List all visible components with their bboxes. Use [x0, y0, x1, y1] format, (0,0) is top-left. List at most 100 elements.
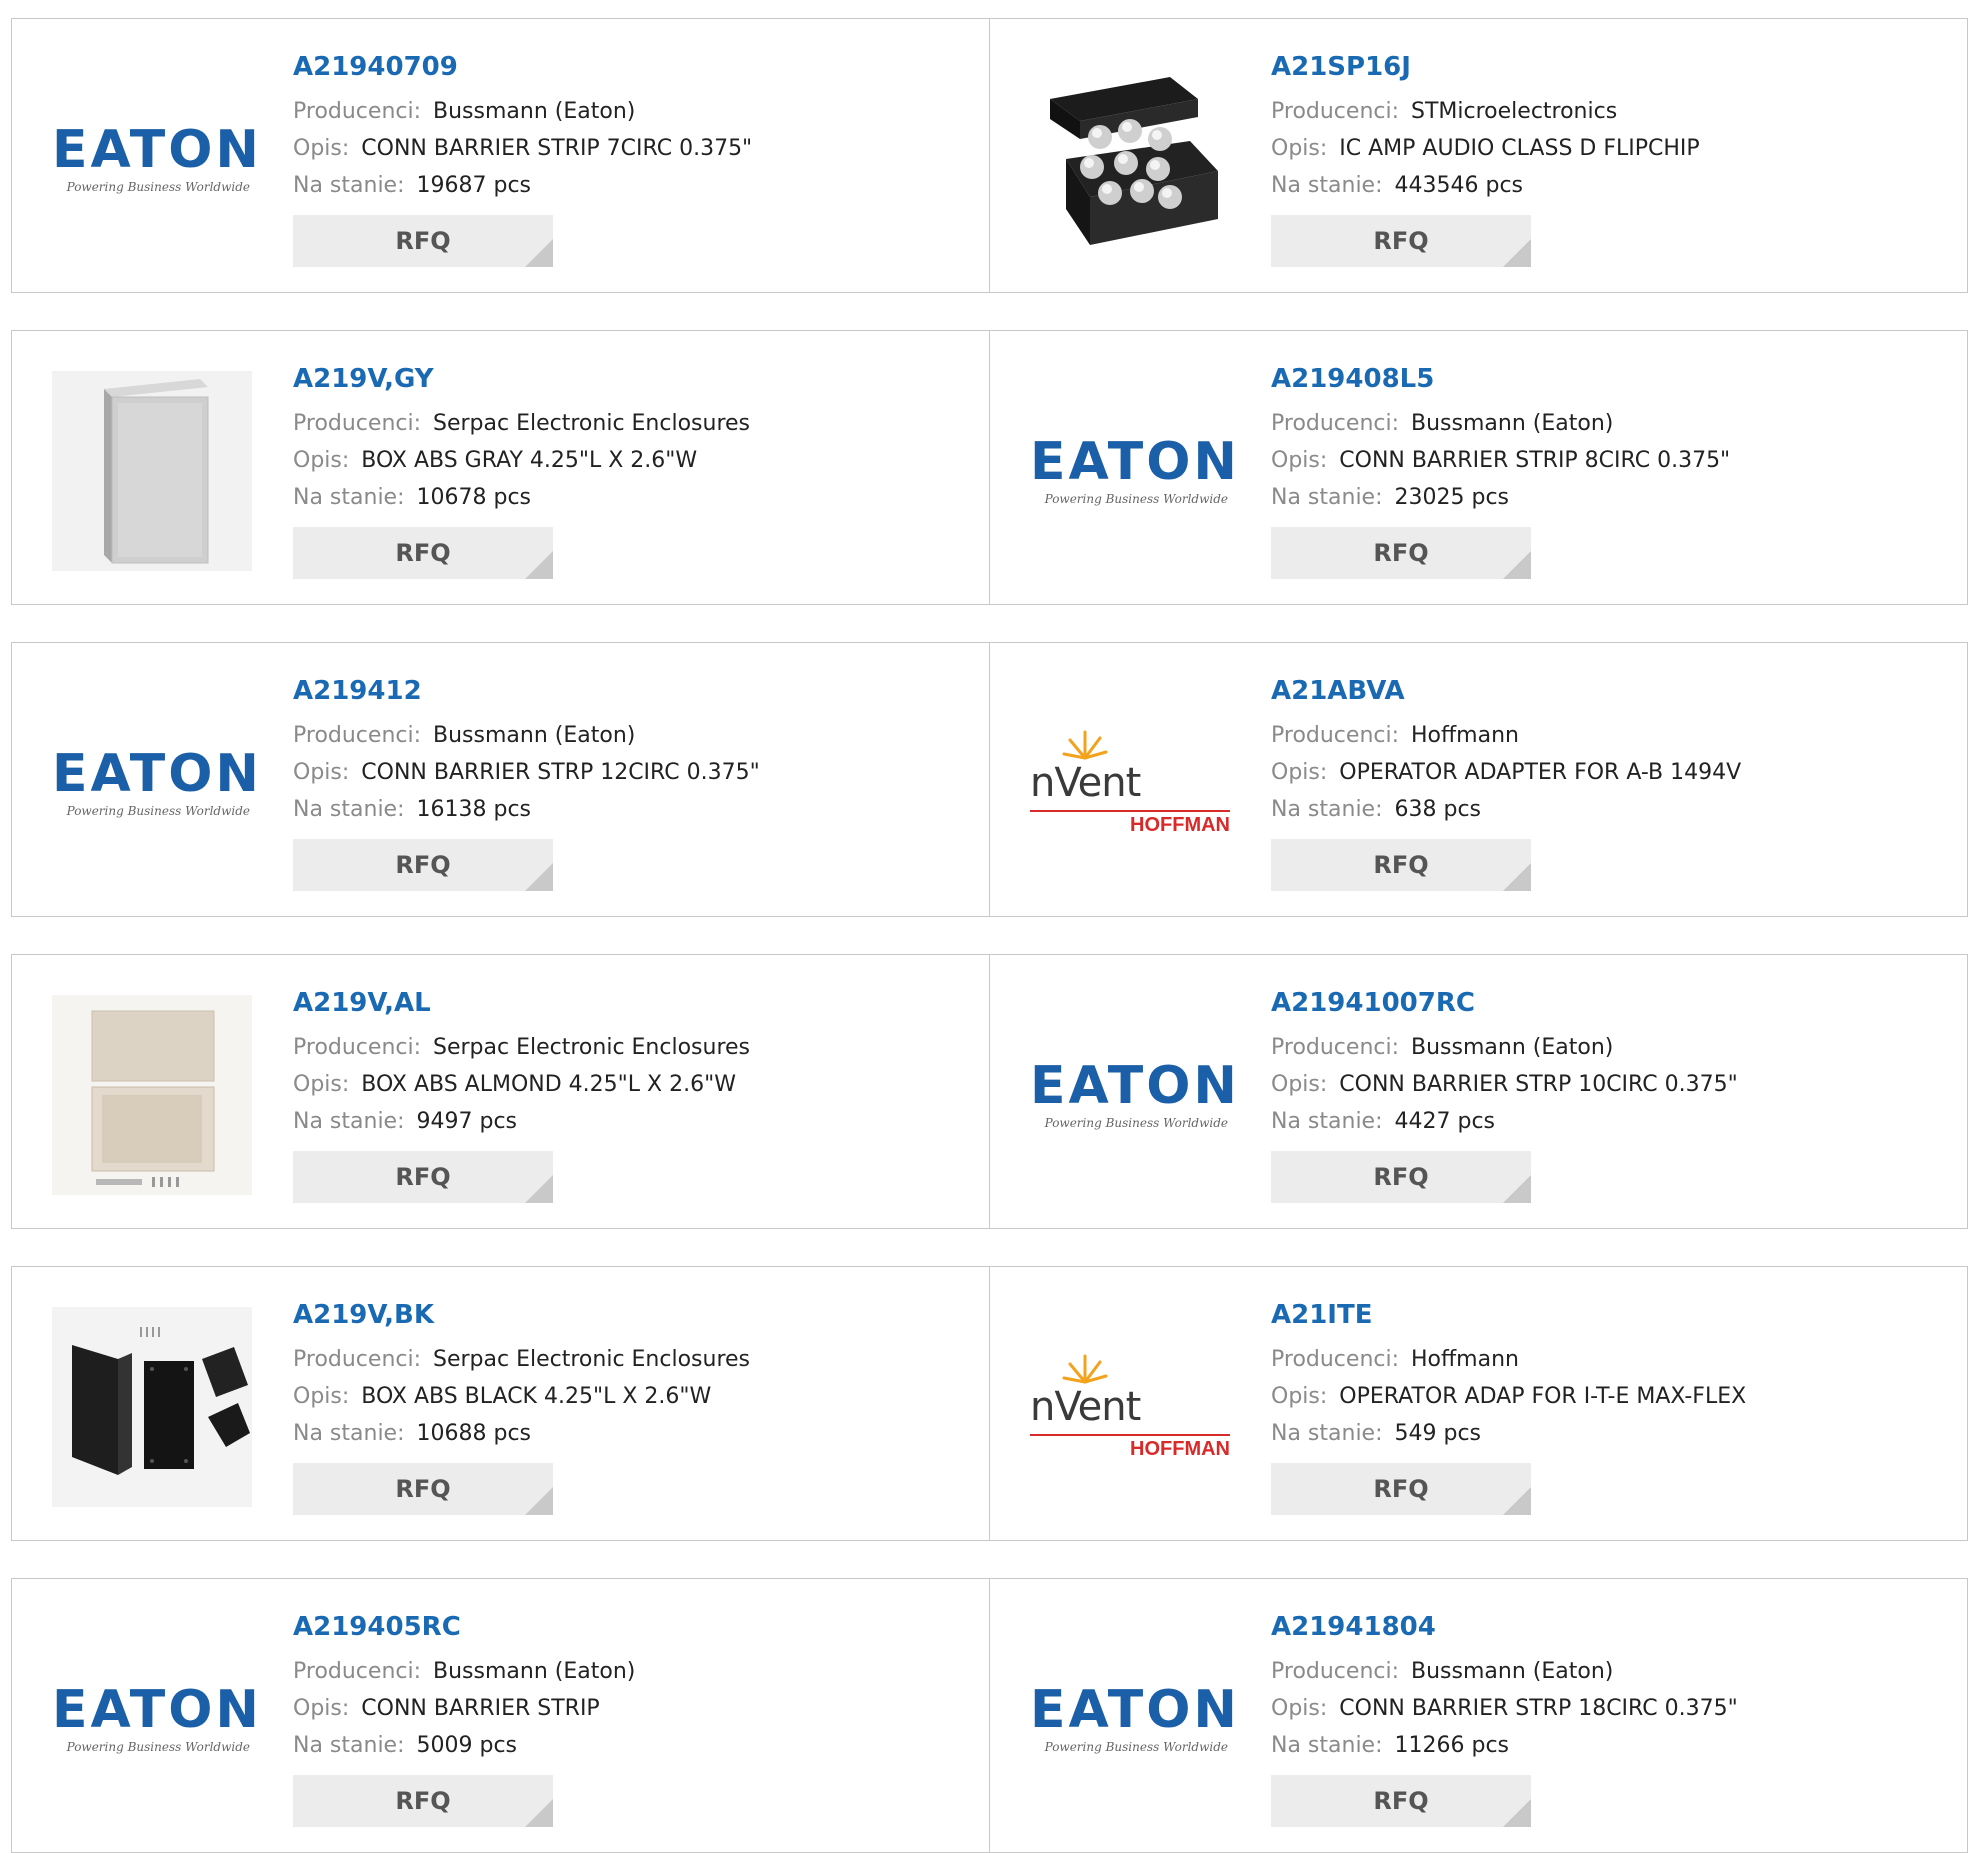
rfq-button[interactable]: RFQ: [293, 1151, 553, 1203]
description-label: Opis:: [293, 760, 350, 785]
manufacturer-value: Serpac Electronic Enclosures: [433, 411, 751, 436]
stock-row: Na stanie: 10678 pcs: [293, 479, 979, 516]
part-number-link[interactable]: A219412: [293, 671, 979, 711]
stock-label: Na stanie:: [1271, 1109, 1383, 1134]
stock-label: Na stanie:: [1271, 173, 1383, 198]
eaton-logo: EATON Powering Business Worldwide: [1030, 432, 1240, 506]
stock-value: 23025 pcs: [1394, 485, 1510, 510]
manufacturer-row: Producenci: Bussmann (Eaton): [1271, 1653, 1957, 1690]
rfq-button[interactable]: RFQ: [1271, 839, 1531, 891]
description-value: CONN BARRIER STRIP 7CIRC 0.375": [361, 136, 753, 161]
stock-row: Na stanie: 10688 pcs: [293, 1415, 979, 1452]
description-value: BOX ABS GRAY 4.25"L X 2.6"W: [361, 448, 698, 473]
manufacturer-label: Producenci:: [1271, 411, 1400, 436]
product-card: nVent HOFFMAN A21ABVA Producenci: Hoffmann…: [990, 643, 1967, 916]
part-number-link[interactable]: A219V,BK: [293, 1295, 979, 1335]
manufacturer-value: Bussmann (Eaton): [433, 99, 636, 124]
description-row: Opis: CONN BARRIER STRIP 7CIRC 0.375": [293, 130, 979, 167]
eaton-logo-tagline: Powering Business Worldwide: [1044, 1740, 1228, 1754]
stock-row: Na stanie: 19687 pcs: [293, 167, 979, 204]
description-label: Opis:: [293, 136, 350, 161]
description-label: Opis:: [293, 1072, 350, 1097]
hoffman-logo-word: HOFFMAN: [1130, 814, 1230, 836]
product-image[interactable]: EATON Powering Business Worldwide: [1030, 1619, 1237, 1819]
gray-box-image: [52, 371, 252, 571]
rfq-button[interactable]: RFQ: [1271, 527, 1531, 579]
rfq-button[interactable]: RFQ: [293, 839, 553, 891]
rfq-button-label: RFQ: [1373, 1475, 1429, 1503]
rfq-button[interactable]: RFQ: [293, 215, 553, 267]
eaton-logo-tagline: Powering Business Worldwide: [1044, 492, 1228, 506]
product-image[interactable]: nVent HOFFMAN: [1030, 683, 1230, 883]
stock-row: Na stanie: 4427 pcs: [1271, 1103, 1957, 1140]
part-number-link[interactable]: A21SP16J: [1271, 47, 1957, 87]
stock-label: Na stanie:: [293, 1733, 405, 1758]
part-number-link[interactable]: A21941804: [1271, 1607, 1957, 1647]
rfq-button[interactable]: RFQ: [1271, 1151, 1531, 1203]
product-image[interactable]: EATON Powering Business Worldwide: [1030, 371, 1240, 571]
stock-label: Na stanie:: [293, 173, 405, 198]
part-number-link[interactable]: A219V,GY: [293, 359, 979, 399]
stock-row: Na stanie: 638 pcs: [1271, 791, 1957, 828]
rfq-button[interactable]: RFQ: [293, 527, 553, 579]
description-value: OPERATOR ADAPTER FOR A-B 1494V: [1339, 760, 1742, 785]
manufacturer-value: Hoffmann: [1411, 723, 1519, 748]
rfq-button[interactable]: RFQ: [1271, 215, 1531, 267]
part-number-link[interactable]: A219405RC: [293, 1607, 979, 1647]
rfq-button[interactable]: RFQ: [1271, 1463, 1531, 1515]
product-image[interactable]: EATON Powering Business Worldwide: [1030, 995, 1237, 1195]
stock-row: Na stanie: 9497 pcs: [293, 1103, 979, 1140]
rfq-button[interactable]: RFQ: [293, 1463, 553, 1515]
almond-box-image: [52, 995, 252, 1195]
product-info: A219V,BK Producenci: Serpac Electronic En…: [293, 1295, 979, 1515]
rfq-button-label: RFQ: [1373, 1163, 1429, 1191]
manufacturer-row: Producenci: Bussmann (Eaton): [293, 1653, 979, 1690]
manufacturer-row: Producenci: Serpac Electronic Enclosures: [293, 405, 979, 442]
product-card: EATON Powering Business Worldwide A219408…: [990, 331, 1967, 604]
rfq-button-label: RFQ: [1373, 1787, 1429, 1815]
product-image[interactable]: nVent HOFFMAN: [1030, 1307, 1230, 1507]
product-image[interactable]: [1030, 59, 1230, 259]
part-number-link[interactable]: A21941007RC: [1271, 983, 1957, 1023]
eaton-logo-word: EATON: [1030, 432, 1240, 492]
corner-decoration: [525, 551, 553, 579]
manufacturer-label: Producenci:: [293, 1659, 422, 1684]
rfq-button[interactable]: RFQ: [1271, 1775, 1531, 1827]
stock-value: 638 pcs: [1394, 797, 1482, 822]
part-number-link[interactable]: A21ABVA: [1271, 671, 1957, 711]
description-label: Opis:: [1271, 448, 1328, 473]
hoffman-logo-word: HOFFMAN: [1130, 1438, 1230, 1460]
description-row: Opis: CONN BARRIER STRP 18CIRC 0.375": [1271, 1690, 1957, 1727]
description-row: Opis: CONN BARRIER STRP 10CIRC 0.375": [1271, 1066, 1957, 1103]
eaton-logo: EATON Powering Business Worldwide: [52, 748, 259, 818]
product-image[interactable]: [52, 1307, 252, 1507]
product-row: A219V,GY Producenci: Serpac Electronic En…: [11, 330, 1968, 605]
rfq-button[interactable]: RFQ: [293, 1775, 553, 1827]
stock-row: Na stanie: 443546 pcs: [1271, 167, 1957, 204]
description-row: Opis: BOX ABS ALMOND 4.25"L X 2.6"W: [293, 1066, 979, 1103]
manufacturer-value: Serpac Electronic Enclosures: [433, 1347, 751, 1372]
product-card: EATON Powering Business Worldwide A219405…: [12, 1579, 989, 1852]
part-number-link[interactable]: A219408L5: [1271, 359, 1957, 399]
rfq-button-label: RFQ: [395, 851, 451, 879]
description-label: Opis:: [1271, 760, 1328, 785]
corner-decoration: [525, 1799, 553, 1827]
product-image[interactable]: EATON Powering Business Worldwide: [52, 683, 259, 883]
part-number-link[interactable]: A21940709: [293, 47, 979, 87]
description-row: Opis: IC AMP AUDIO CLASS D FLIPCHIP: [1271, 130, 1957, 167]
stock-value: 9497 pcs: [416, 1109, 518, 1134]
manufacturer-label: Producenci:: [1271, 1347, 1400, 1372]
description-value: IC AMP AUDIO CLASS D FLIPCHIP: [1339, 136, 1700, 161]
product-info: A21941804 Producenci: Bussmann (Eaton) Op…: [1271, 1607, 1957, 1827]
product-card: A219V,BK Producenci: Serpac Electronic En…: [12, 1267, 989, 1540]
part-number-link[interactable]: A21ITE: [1271, 1295, 1957, 1335]
product-image[interactable]: EATON Powering Business Worldwide: [52, 1619, 259, 1819]
product-image[interactable]: EATON Powering Business Worldwide: [52, 59, 259, 259]
eaton-logo: EATON Powering Business Worldwide: [52, 124, 259, 194]
product-info: A21940709 Producenci: Bussmann (Eaton) Op…: [293, 47, 979, 267]
part-number-link[interactable]: A219V,AL: [293, 983, 979, 1023]
description-value: OPERATOR ADAP FOR I-T-E MAX-FLEX: [1339, 1384, 1747, 1409]
product-image[interactable]: [52, 995, 252, 1195]
manufacturer-label: Producenci:: [1271, 1035, 1400, 1060]
product-image[interactable]: [52, 371, 252, 571]
